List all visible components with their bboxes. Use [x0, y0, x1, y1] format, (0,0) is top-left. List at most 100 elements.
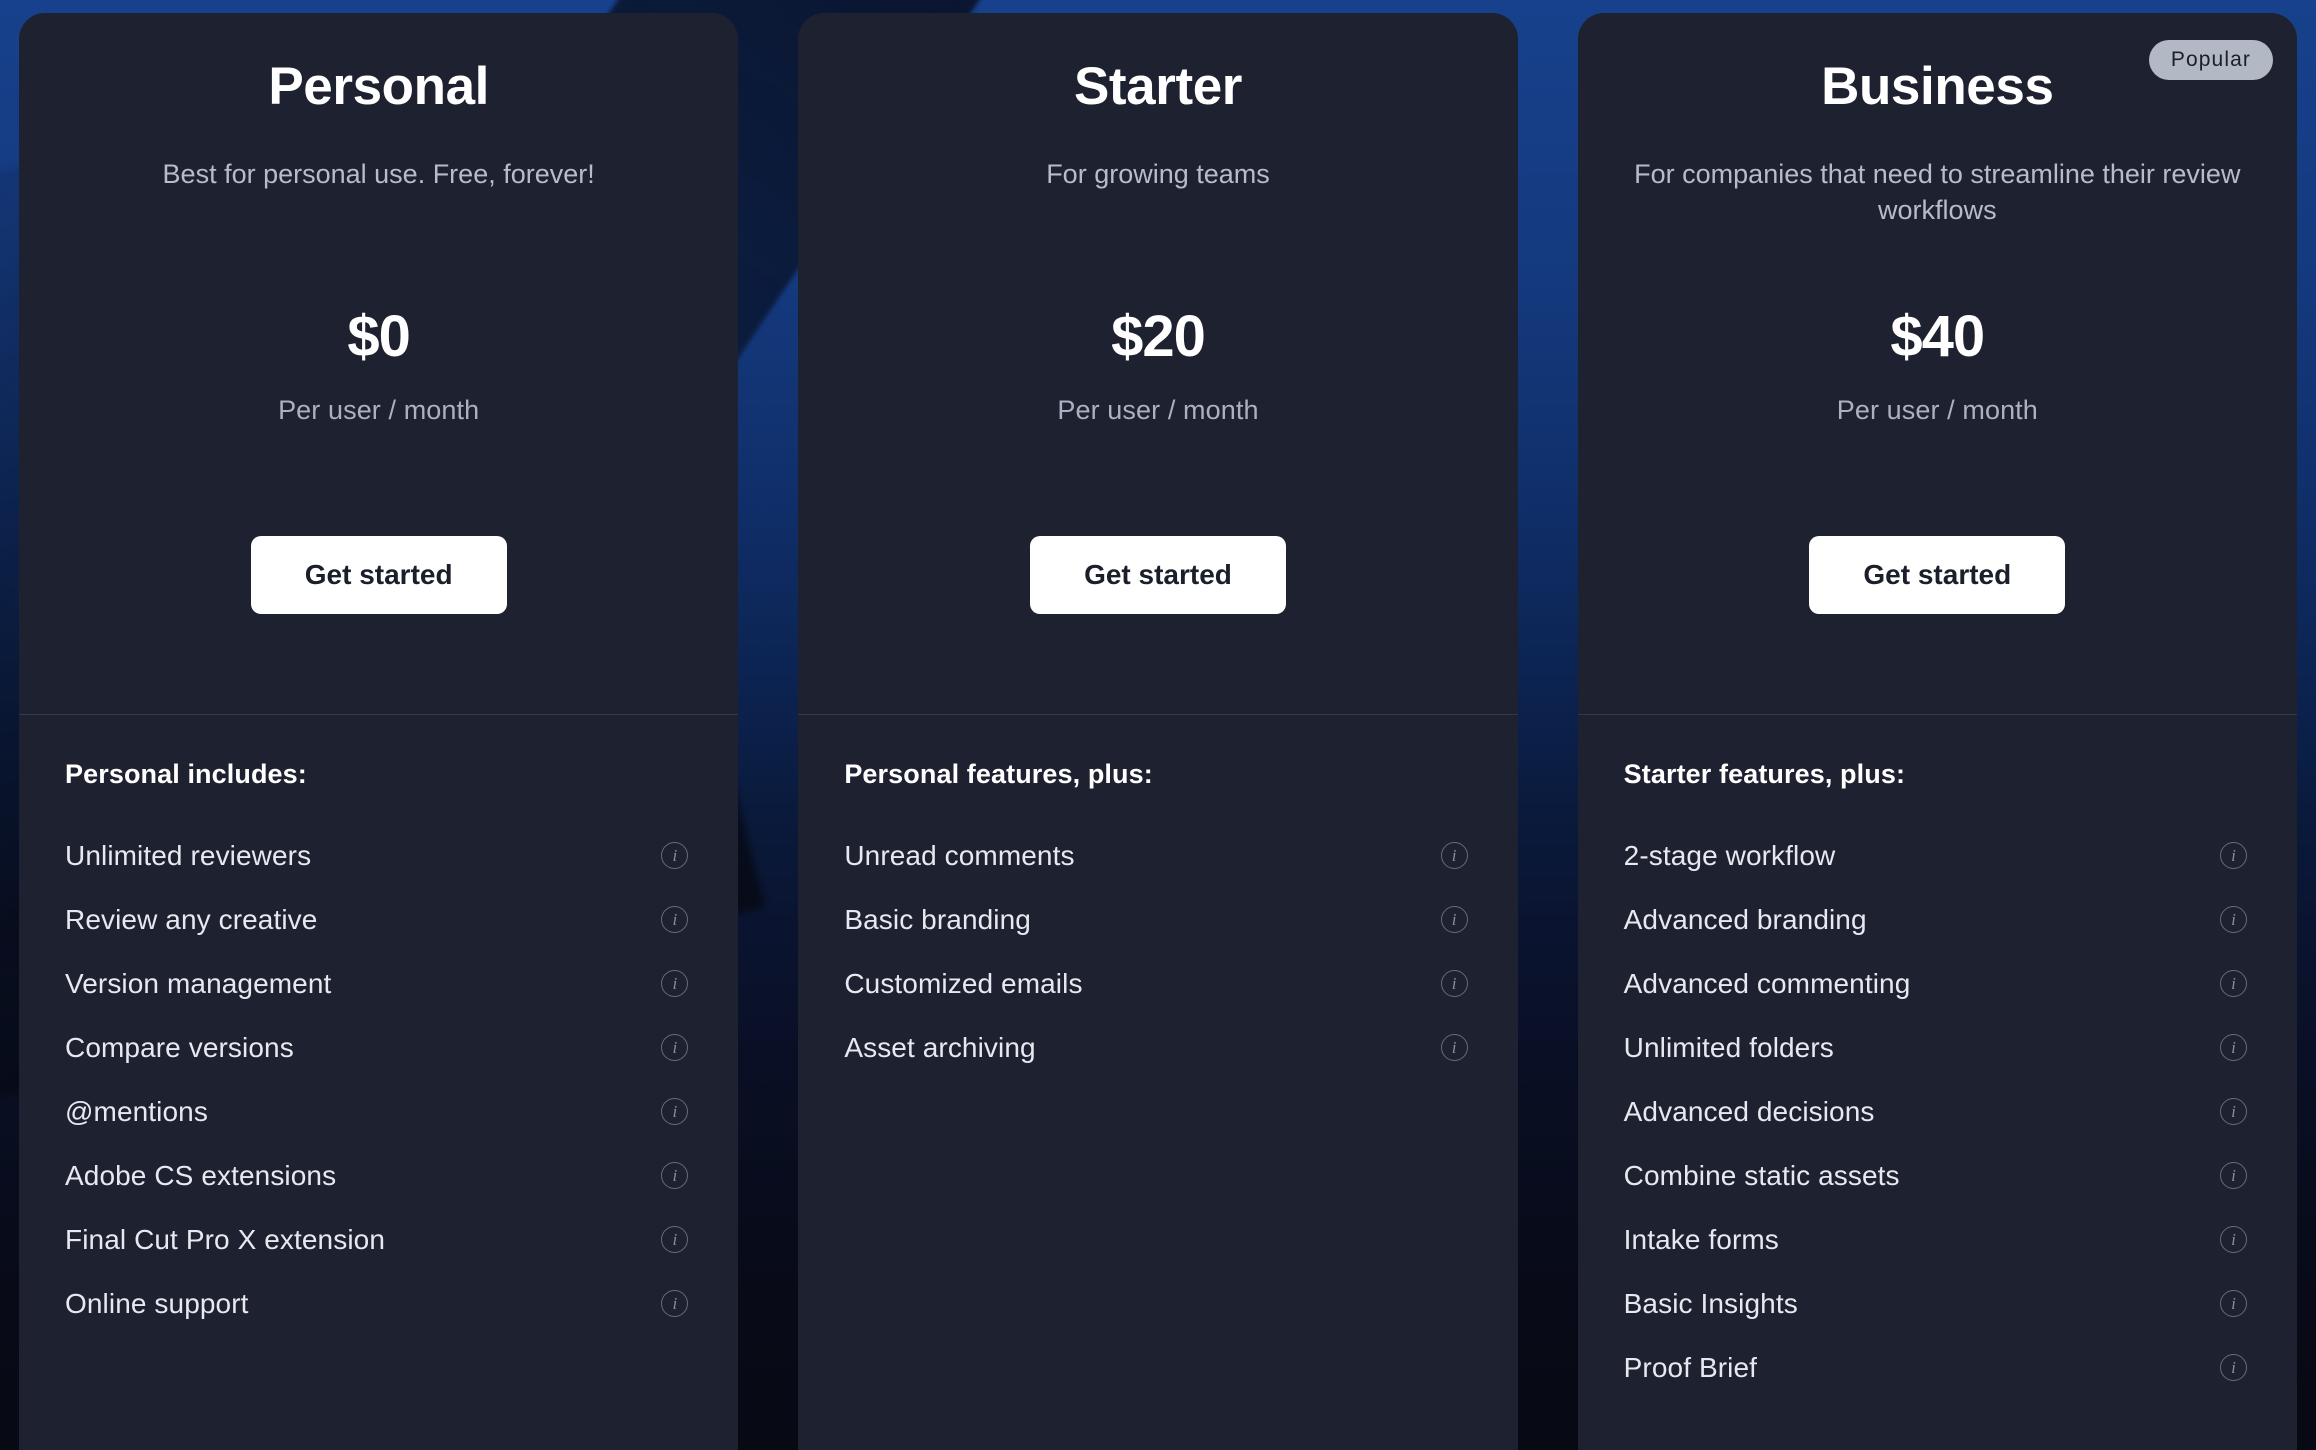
get-started-button-business[interactable]: Get started: [1809, 536, 2066, 614]
pricing-card-starter: Starter For growing teams $20 Per user /…: [798, 13, 1518, 1450]
info-icon[interactable]: i: [2219, 1354, 2247, 1381]
feature-label: @mentions: [65, 1095, 208, 1127]
feature-row: Final Cut Pro X extension i: [65, 1218, 692, 1261]
feature-label: Proof Brief: [1623, 1351, 1758, 1383]
feature-list-title: Starter features, plus:: [1623, 759, 1906, 789]
feature-label: Basic Insights: [1623, 1287, 1798, 1319]
info-icon[interactable]: i: [1440, 906, 1468, 933]
pricing-card-personal: Personal Best for personal use. Free, fo…: [19, 13, 739, 1450]
feature-label: Unlimited folders: [1623, 1031, 1834, 1063]
info-icon[interactable]: i: [1440, 842, 1468, 869]
feature-row: Proof Brief i: [1624, 1346, 2251, 1389]
feature-row: Asset archiving i: [844, 1026, 1471, 1069]
info-icon[interactable]: i: [661, 842, 689, 869]
feature-label: Online support: [65, 1287, 249, 1319]
plan-name: Personal: [268, 57, 489, 116]
feature-row: Review any creative i: [65, 898, 692, 941]
feature-list-section: Personal features, plus: Unread comments…: [798, 715, 1517, 1450]
feature-label: Unlimited reviewers: [65, 839, 312, 871]
feature-row: Unlimited folders i: [1624, 1026, 2251, 1069]
feature-row: Unlimited reviewers i: [65, 834, 692, 877]
feature-row: Combine static assets i: [1624, 1154, 2251, 1197]
info-icon[interactable]: i: [2219, 1034, 2247, 1061]
feature-rows: 2-stage workflow i Advanced branding i Advan…: [1624, 834, 2251, 1389]
feature-label: Version management: [65, 967, 332, 999]
pricing-card-header: Starter For growing teams $20 Per user /…: [798, 13, 1517, 714]
info-icon[interactable]: i: [2219, 970, 2247, 997]
feature-row: Basic Insights i: [1624, 1282, 2251, 1325]
price-block: $40 Per user / month: [1578, 308, 2297, 426]
plan-price-period: Per user / month: [1836, 395, 2038, 425]
plan-description: Best for personal use. Free, forever!: [162, 158, 595, 189]
cta-container: Get started: [798, 536, 1517, 614]
info-icon[interactable]: i: [661, 1098, 689, 1125]
info-icon[interactable]: i: [2219, 906, 2247, 933]
feature-row: Advanced decisions i: [1624, 1090, 2251, 1133]
feature-row: Advanced commenting i: [1624, 962, 2251, 1005]
feature-list-title: Personal includes:: [65, 759, 307, 789]
info-icon[interactable]: i: [1440, 1034, 1468, 1061]
feature-label: Advanced decisions: [1623, 1095, 1875, 1127]
plan-price-period: Per user / month: [1057, 395, 1259, 425]
plan-price: $40: [1890, 304, 1985, 369]
feature-row: Basic branding i: [844, 898, 1471, 941]
plan-price: $0: [347, 304, 411, 369]
plan-price: $20: [1111, 304, 1206, 369]
feature-list-section: Starter features, plus: 2-stage workflow…: [1578, 715, 2297, 1450]
info-icon[interactable]: i: [2219, 1098, 2247, 1125]
plan-name: Starter: [1073, 57, 1243, 116]
cta-container: Get started: [19, 536, 738, 614]
feature-label: Intake forms: [1623, 1223, 1779, 1255]
feature-row: Customized emails i: [844, 962, 1471, 1005]
price-block: $0 Per user / month: [19, 308, 738, 426]
feature-row: @mentions i: [65, 1090, 692, 1133]
info-icon[interactable]: i: [2219, 1290, 2247, 1317]
plan-description: For growing teams: [1046, 158, 1270, 189]
feature-rows: Unread comments i Basic branding i Customize…: [844, 834, 1471, 1069]
info-icon[interactable]: i: [2219, 1226, 2247, 1253]
feature-row: Version management i: [65, 962, 692, 1005]
feature-label: Advanced commenting: [1623, 967, 1911, 999]
feature-row: Unread comments i: [844, 834, 1471, 877]
info-icon[interactable]: i: [2219, 842, 2247, 869]
info-icon[interactable]: i: [661, 970, 689, 997]
feature-list-section: Personal includes: Unlimited reviewers i R…: [19, 715, 738, 1450]
get-started-button-personal[interactable]: Get started: [250, 536, 507, 614]
feature-label: Final Cut Pro X extension: [65, 1223, 385, 1255]
feature-label: Compare versions: [65, 1031, 294, 1063]
feature-row: Adobe CS extensions i: [65, 1154, 692, 1197]
plan-price-period: Per user / month: [278, 395, 480, 425]
feature-label: 2-stage workflow: [1623, 839, 1836, 871]
feature-label: Customized emails: [844, 967, 1083, 999]
info-icon[interactable]: i: [1440, 970, 1468, 997]
feature-label: Adobe CS extensions: [65, 1159, 337, 1191]
feature-row: Intake forms i: [1624, 1218, 2251, 1261]
price-block: $20 Per user / month: [798, 308, 1517, 426]
info-icon[interactable]: i: [661, 906, 689, 933]
pricing-card-header: Business For companies that need to stre…: [1578, 13, 2297, 714]
feature-list-title: Personal features, plus:: [844, 759, 1153, 789]
pricing-plan-list: Personal Best for personal use. Free, fo…: [0, 0, 2316, 1450]
info-icon[interactable]: i: [661, 1162, 689, 1189]
feature-rows: Unlimited reviewers i Review any creative i…: [65, 834, 692, 1325]
cta-container: Get started: [1578, 536, 2297, 614]
feature-label: Advanced branding: [1623, 903, 1867, 935]
plan-name: Business: [1821, 57, 2054, 116]
plan-description: For companies that need to streamline th…: [1634, 158, 2241, 226]
feature-label: Basic branding: [844, 903, 1031, 935]
info-icon[interactable]: i: [661, 1226, 689, 1253]
info-icon[interactable]: i: [2219, 1162, 2247, 1189]
feature-label: Combine static assets: [1623, 1159, 1900, 1191]
pricing-card-business: Popular Business For companies that need…: [1577, 13, 2297, 1450]
feature-row: 2-stage workflow i: [1624, 834, 2251, 877]
feature-row: Advanced branding i: [1624, 898, 2251, 941]
feature-label: Review any creative: [65, 903, 318, 935]
feature-label: Unread comments: [844, 839, 1075, 871]
info-icon[interactable]: i: [661, 1290, 689, 1317]
info-icon[interactable]: i: [661, 1034, 689, 1061]
feature-row: Online support i: [65, 1282, 692, 1325]
feature-label: Asset archiving: [844, 1031, 1036, 1063]
pricing-card-header: Personal Best for personal use. Free, fo…: [19, 13, 738, 714]
feature-row: Compare versions i: [65, 1026, 692, 1069]
get-started-button-starter[interactable]: Get started: [1030, 536, 1286, 614]
